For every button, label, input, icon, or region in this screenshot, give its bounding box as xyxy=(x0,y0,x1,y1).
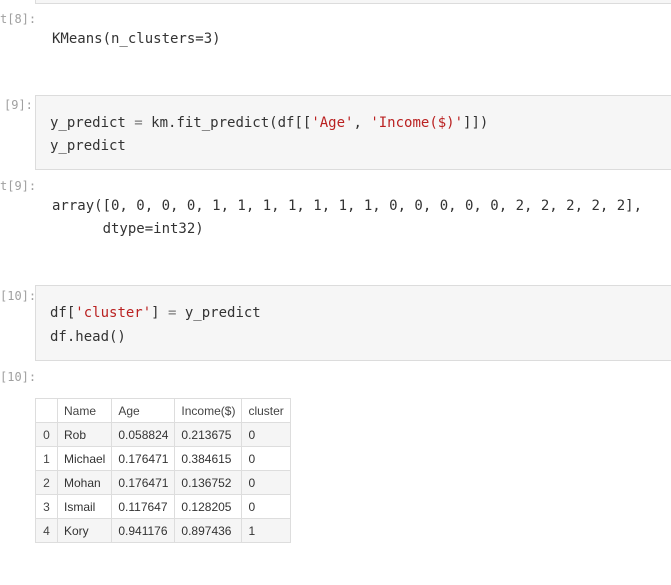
cell-age: 0.176471 xyxy=(111,446,176,471)
table-row: 4 Kory 0.941176 0.897436 1 xyxy=(35,518,291,543)
cell-name: Ismail xyxy=(56,494,113,519)
table-row: 1 Michael 0.176471 0.384615 0 xyxy=(35,446,291,471)
code-line: y_predict = km.fit_predict(df[['Age', 'I… xyxy=(50,115,489,131)
code-line: df['cluster'] = y_predict xyxy=(50,305,261,321)
code-line: y_predict xyxy=(50,138,126,154)
cell-income: 0.384615 xyxy=(174,446,243,471)
table-header-row: Name Age Income($) cluster xyxy=(35,398,291,423)
input-prompt-9: [9]: xyxy=(4,98,33,112)
cell-cluster: 1 xyxy=(241,518,291,543)
cell-age: 0.941176 xyxy=(111,518,176,543)
cell-age: 0.117647 xyxy=(111,494,176,519)
cell-income: 0.128205 xyxy=(174,494,243,519)
row-index: 1 xyxy=(35,446,58,471)
notebook: t[8]: KMeans(n_clusters=3) [9]: y_predic… xyxy=(0,0,671,585)
output-array: array([0, 0, 0, 0, 1, 1, 1, 1, 1, 1, 1, … xyxy=(52,198,643,214)
cell-cluster: 0 xyxy=(241,422,291,447)
code-cell-9[interactable]: y_predict = km.fit_predict(df[['Age', 'I… xyxy=(35,95,671,170)
column-header-income: Income($) xyxy=(174,398,243,423)
cell-income: 0.213675 xyxy=(174,422,243,447)
column-header-name: Name xyxy=(56,398,113,423)
cell-name: Michael xyxy=(56,446,113,471)
table-row: 2 Mohan 0.176471 0.136752 0 xyxy=(35,470,291,495)
code-cell-10[interactable]: df['cluster'] = y_predict df.head() xyxy=(35,285,671,361)
output-text-8: KMeans(n_clusters=3) xyxy=(52,31,221,47)
column-header-age: Age xyxy=(111,398,176,423)
output-prompt-8: t[8]: xyxy=(0,12,37,26)
cell-name: Kory xyxy=(56,518,113,543)
input-prompt-10: [10]: xyxy=(0,289,37,303)
cell-age: 0.176471 xyxy=(111,470,176,495)
index-header xyxy=(35,398,58,423)
cell-age: 0.058824 xyxy=(111,422,176,447)
previous-cell-edge[interactable] xyxy=(35,0,671,4)
output-prompt-10: [10]: xyxy=(0,370,37,384)
row-index: 4 xyxy=(35,518,58,543)
output-dtype: dtype=int32) xyxy=(52,221,204,237)
row-index: 2 xyxy=(35,470,58,495)
code-line: df.head() xyxy=(50,329,126,345)
cell-income: 0.897436 xyxy=(174,518,243,543)
row-index: 0 xyxy=(35,422,58,447)
table-row: 3 Ismail 0.117647 0.128205 0 xyxy=(35,494,291,519)
table-row: 0 Rob 0.058824 0.213675 0 xyxy=(35,422,291,447)
cell-name: Rob xyxy=(56,422,113,447)
row-index: 3 xyxy=(35,494,58,519)
cell-income: 0.136752 xyxy=(174,470,243,495)
cell-cluster: 0 xyxy=(241,470,291,495)
dataframe-table: Name Age Income($) cluster 0 Rob 0.05882… xyxy=(35,398,291,543)
column-header-cluster: cluster xyxy=(241,398,291,423)
cell-cluster: 0 xyxy=(241,446,291,471)
cell-cluster: 0 xyxy=(241,494,291,519)
output-prompt-9: t[9]: xyxy=(0,179,37,193)
cell-name: Mohan xyxy=(56,470,113,495)
